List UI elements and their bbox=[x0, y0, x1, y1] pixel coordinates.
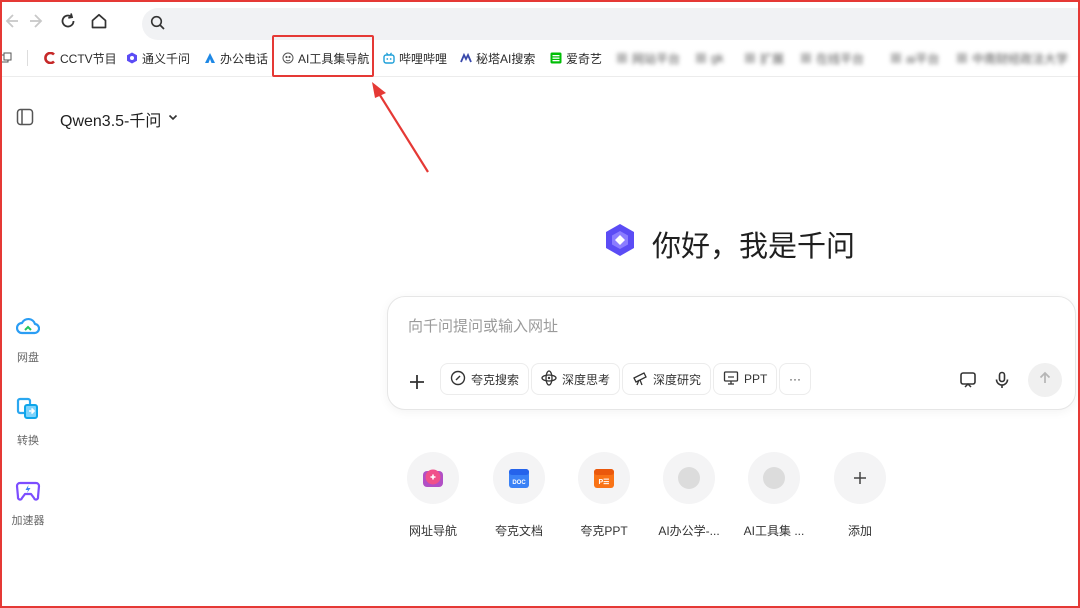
search-icon bbox=[150, 15, 166, 36]
left-app-cloud-drive[interactable]: 网盘 bbox=[6, 316, 50, 365]
arrow-up-icon bbox=[1038, 371, 1052, 390]
chat-box: 夸克搜索 深度思考 深度研究 PPT ··· bbox=[387, 296, 1076, 410]
bookmark-bilibili[interactable]: 哔哩哔哩 bbox=[383, 48, 447, 68]
reload-icon[interactable] bbox=[57, 10, 79, 32]
divider bbox=[27, 50, 28, 66]
blurred-icon bbox=[890, 52, 902, 64]
model-selector[interactable]: Qwen3.5-千问 bbox=[60, 107, 179, 131]
blurred-icon bbox=[744, 52, 756, 64]
model-selector-label: Qwen3.5-千问 bbox=[60, 113, 162, 130]
left-app-label: 网盘 bbox=[17, 352, 39, 364]
shortcut-ai-tools[interactable]: AI工具集 ... bbox=[734, 452, 814, 539]
deep-think-icon bbox=[541, 369, 557, 389]
chip-label: PPT bbox=[744, 372, 768, 386]
shortcut-label: 添加 bbox=[847, 524, 872, 538]
ppt-icon bbox=[723, 370, 739, 389]
chip-more[interactable]: ··· bbox=[779, 363, 811, 395]
bookmark-label: 爱奇艺 bbox=[566, 51, 603, 66]
bookmark-office-phone[interactable]: 办公电话 bbox=[204, 48, 268, 68]
annotation-arrow-icon bbox=[372, 82, 429, 173]
chip-label: 深度思考 bbox=[562, 372, 611, 387]
iqiyi-icon bbox=[550, 52, 562, 64]
bilibili-icon bbox=[383, 52, 395, 64]
shortcut-label: 网址导航 bbox=[408, 524, 457, 538]
chip-deep-research[interactable]: 深度研究 bbox=[622, 363, 712, 395]
convert-icon bbox=[16, 397, 40, 424]
bookmark-label: CCTV节目 bbox=[60, 51, 117, 66]
bookmarks-bar: CCTV节目 通义千问 办公电话 AI工具集导航 哔哩哔哩 秘塔AI搜索 爱奇艺… bbox=[0, 40, 1078, 77]
chip-label: 夸克搜索 bbox=[471, 372, 520, 387]
bookmark-label: 办公电话 bbox=[220, 51, 269, 66]
bookmark-tongyi[interactable]: 通义千问 bbox=[126, 48, 190, 68]
sidebar-toggle-icon[interactable] bbox=[16, 108, 34, 126]
left-app-label: 转换 bbox=[17, 435, 39, 447]
blurred-icon bbox=[616, 52, 628, 64]
greeting: 你好，我是千问 bbox=[602, 222, 855, 266]
back-icon[interactable] bbox=[0, 10, 22, 32]
quark-ppt-icon: P☰ bbox=[578, 452, 630, 504]
bookmark-iqiyi[interactable]: 爱奇艺 bbox=[550, 48, 602, 68]
shortcut-label: 夸克PPT bbox=[580, 524, 628, 538]
shortcut-quark-doc[interactable]: DOC 夸克文档 bbox=[479, 452, 559, 539]
quark-doc-icon: DOC bbox=[493, 452, 545, 504]
shortcut-ai-office[interactable]: AI办公学-... bbox=[649, 452, 729, 539]
shortcut-label: 夸克文档 bbox=[494, 524, 543, 538]
add-icon bbox=[834, 452, 886, 504]
chip-quark-search[interactable]: 夸克搜索 bbox=[440, 363, 530, 395]
left-app-convert[interactable]: 转换 bbox=[6, 397, 50, 448]
svg-text:DOC: DOC bbox=[512, 480, 526, 486]
tongyi-icon bbox=[126, 52, 138, 64]
shortcut-quark-ppt[interactable]: P☰ 夸克PPT bbox=[564, 452, 644, 539]
placeholder-icon bbox=[663, 452, 715, 504]
left-app-label: 加速器 bbox=[11, 515, 45, 527]
chat-input[interactable] bbox=[406, 317, 1050, 336]
shortcut-add[interactable]: 添加 bbox=[820, 452, 900, 539]
blurred-icon bbox=[800, 52, 812, 64]
metaso-icon bbox=[460, 52, 472, 64]
chevron-down-icon bbox=[167, 110, 179, 128]
office-phone-icon bbox=[204, 52, 216, 64]
screen-icon[interactable] bbox=[957, 369, 979, 391]
left-app-accelerator[interactable]: 加速器 bbox=[6, 479, 50, 528]
shortcut-label: AI办公学-... bbox=[658, 524, 720, 538]
shortcut-label: AI工具集 ... bbox=[743, 524, 805, 538]
attach-plus-icon[interactable] bbox=[406, 371, 428, 393]
bookmark-cctv[interactable]: CCTV节目 bbox=[44, 48, 117, 68]
telescope-icon bbox=[632, 370, 648, 389]
more-icon: ··· bbox=[789, 372, 801, 386]
microphone-icon[interactable] bbox=[991, 369, 1013, 391]
chip-label: 深度研究 bbox=[653, 372, 702, 387]
bookmark-manager-icon[interactable] bbox=[0, 48, 12, 68]
blurred-icon bbox=[956, 52, 968, 64]
blurred-icon bbox=[695, 52, 707, 64]
bookmark-blurred[interactable]: 扩展 bbox=[744, 48, 784, 68]
bookmark-blurred[interactable]: 网站平台 bbox=[616, 48, 680, 68]
accelerator-icon bbox=[15, 479, 41, 504]
send-button[interactable] bbox=[1028, 363, 1062, 397]
qwen-logo-icon bbox=[602, 222, 638, 266]
bookmark-blurred[interactable]: 在线平台 bbox=[800, 48, 864, 68]
greeting-text: 你好，我是千问 bbox=[652, 231, 856, 263]
forward-icon[interactable] bbox=[26, 10, 48, 32]
web-nav-icon bbox=[407, 452, 459, 504]
bookmark-label: 哔哩哔哩 bbox=[399, 51, 448, 66]
shortcut-web-nav[interactable]: 网址导航 bbox=[393, 452, 473, 539]
cloud-drive-icon bbox=[15, 316, 41, 341]
bookmark-blurred[interactable]: 中南财经政法大学 bbox=[956, 48, 1068, 68]
bookmark-blurred[interactable]: ai平台 bbox=[890, 48, 939, 68]
bookmark-blurred[interactable]: gk bbox=[695, 48, 724, 68]
home-icon[interactable] bbox=[88, 10, 110, 32]
svg-text:P☰: P☰ bbox=[599, 479, 610, 486]
bookmark-label: 秘塔AI搜索 bbox=[476, 51, 536, 66]
bookmark-metaso[interactable]: 秘塔AI搜索 bbox=[460, 48, 535, 68]
browser-toolbar bbox=[0, 2, 1080, 40]
chip-ppt[interactable]: PPT bbox=[713, 363, 778, 395]
quark-search-icon bbox=[450, 370, 466, 389]
placeholder-icon bbox=[748, 452, 800, 504]
chip-deep-think[interactable]: 深度思考 bbox=[531, 363, 621, 395]
bookmark-label: 通义千问 bbox=[142, 51, 191, 66]
highlight-box bbox=[272, 35, 374, 77]
cctv-icon bbox=[44, 52, 56, 64]
